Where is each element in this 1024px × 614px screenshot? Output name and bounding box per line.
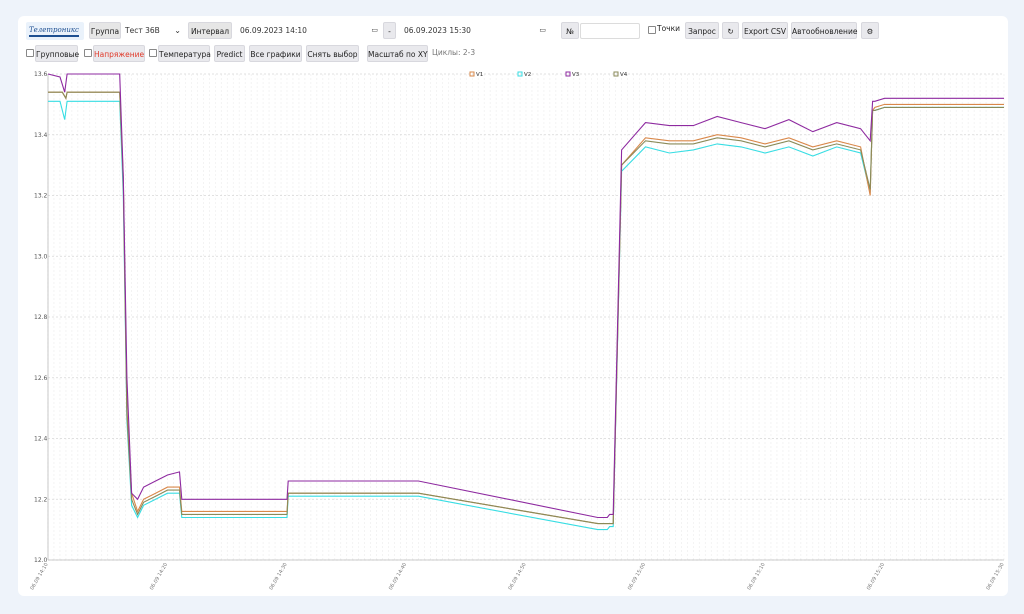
y-tick-label: 13.0 (34, 253, 48, 260)
x-tick-label: 06.09 15:30 (985, 562, 1005, 591)
group-select-value: Тест 36В (125, 26, 160, 35)
x-tick-label: 06.09 15:00 (627, 562, 647, 591)
logo-icon: Телетроникс (26, 22, 84, 40)
y-tick-label: 13.6 (34, 71, 48, 78)
voltage-chart[interactable]: 12.012.212.412.612.813.013.213.413.606.0… (18, 68, 1008, 596)
y-tick-label: 13.2 (34, 193, 48, 200)
group-checkbox[interactable] (26, 49, 34, 57)
toolbar: Телетроникс Группа Тест 36В ⌄ Интервал 0… (18, 22, 1008, 42)
cycles-label: Циклы: 2-3 (432, 48, 476, 57)
x-tick-label: 06.09 14:10 (29, 562, 49, 591)
temperature-button[interactable]: Температура (158, 45, 211, 62)
logo: Телетроникс (26, 22, 84, 40)
app-frame: Телетроникс Группа Тест 36В ⌄ Интервал 0… (18, 16, 1008, 596)
refresh-icon: ↻ (727, 27, 734, 36)
legend-label-v1: V1 (476, 72, 483, 78)
x-tick-label: 06.09 15:20 (866, 562, 886, 591)
autoupdate-button[interactable]: Автообновление (791, 22, 857, 39)
calendar-icon: ▭ (371, 26, 378, 34)
points-checkbox[interactable] (648, 26, 656, 34)
refresh-button[interactable]: ↻ (722, 22, 739, 39)
voltage-checkbox[interactable] (84, 49, 92, 57)
legend-label-v2: V2 (524, 72, 531, 78)
chevron-down-icon: ⌄ (174, 26, 181, 35)
date-from-input[interactable]: 06.09.2023 14:10 ▭ (236, 23, 380, 39)
settings-button[interactable]: ⚙ (861, 22, 879, 39)
y-tick-label: 12.2 (34, 496, 48, 503)
scale-xy-button[interactable]: Масштаб по XY (367, 45, 428, 62)
x-tick-label: 06.09 14:40 (388, 562, 408, 591)
date-to-value: 06.09.2023 15:30 (404, 26, 471, 35)
number-label: № (561, 22, 579, 39)
group-label: Группа (89, 22, 121, 39)
temperature-checkbox[interactable] (149, 49, 157, 57)
calendar-icon: ▭ (539, 26, 546, 34)
date-separator: - (383, 22, 396, 39)
points-label: Точки (657, 24, 681, 33)
interval-label: Интервал (188, 22, 232, 39)
voltage-button[interactable]: Напряжение (93, 45, 145, 62)
filter-bar: Групповые Напряжение Температура Predict… (18, 45, 1008, 63)
y-tick-label: 12.4 (34, 436, 48, 443)
date-to-input[interactable]: 06.09.2023 15:30 ▭ (400, 23, 548, 39)
group-button[interactable]: Групповые (35, 45, 79, 62)
y-tick-label: 13.4 (34, 132, 48, 139)
request-button[interactable]: Запрос (685, 22, 719, 39)
all-charts-button[interactable]: Все графики (249, 45, 302, 62)
number-input[interactable] (580, 23, 640, 39)
x-tick-label: 06.09 14:50 (507, 562, 527, 591)
logo-text: Телетроникс (29, 26, 79, 34)
y-tick-label: 12.6 (34, 375, 48, 382)
legend-label-v3: V3 (572, 72, 580, 78)
y-tick-label: 12.8 (34, 314, 48, 321)
predict-button[interactable]: Predict (214, 45, 245, 62)
group-select[interactable]: Тест 36В ⌄ (121, 23, 183, 39)
legend-label-v4: V4 (620, 72, 628, 78)
date-from-value: 06.09.2023 14:10 (240, 26, 307, 35)
gear-icon: ⚙ (866, 27, 874, 36)
x-tick-label: 06.09 15:10 (746, 562, 766, 591)
x-tick-label: 06.09 14:20 (149, 562, 169, 591)
export-csv-button[interactable]: Export CSV (742, 22, 788, 39)
x-tick-label: 06.09 14:30 (268, 562, 288, 591)
deselect-button[interactable]: Снять выбор (306, 45, 359, 62)
